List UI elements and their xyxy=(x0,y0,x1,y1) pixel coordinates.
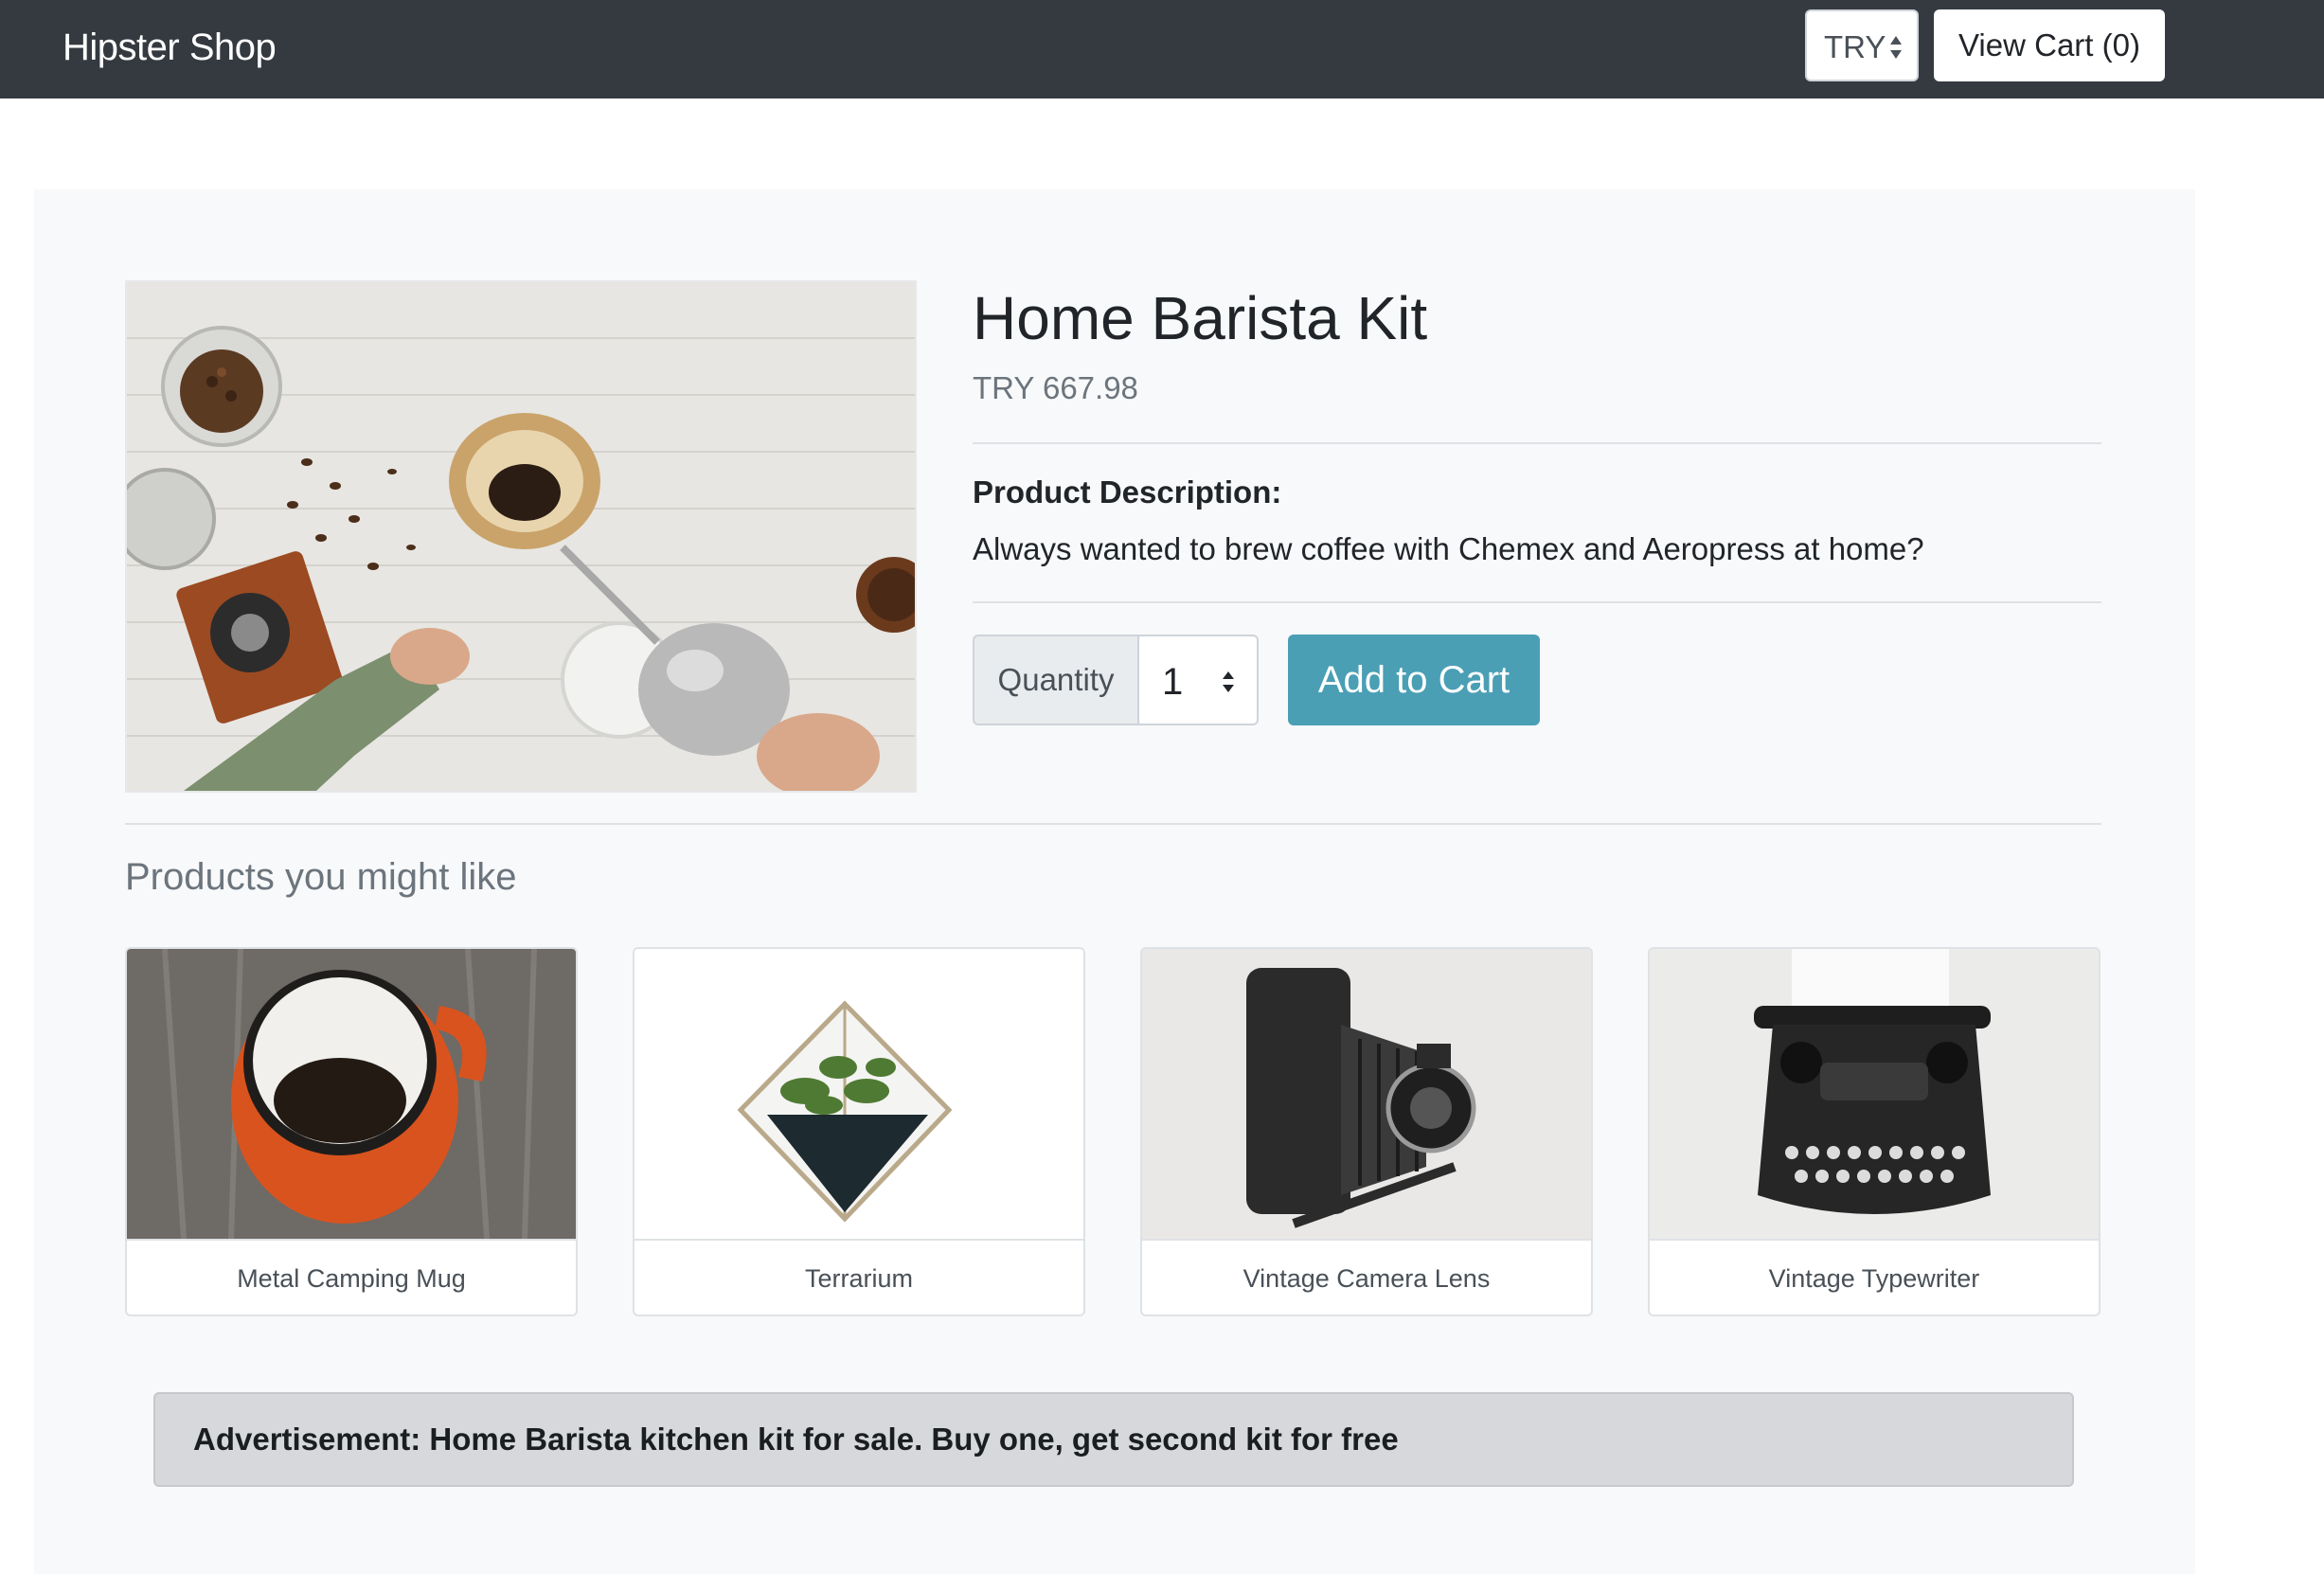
divider xyxy=(973,442,2101,444)
recommendation-card[interactable]: Vintage Camera Lens xyxy=(1140,947,1593,1316)
recommendation-card[interactable]: Terrarium xyxy=(633,947,1085,1316)
product-description: Always wanted to brew coffee with Chemex… xyxy=(973,531,1924,566)
advertisement-text[interactable]: Advertisement: Home Barista kitchen kit … xyxy=(193,1421,1399,1458)
top-navbar: Hipster Shop TRY View Cart (0) xyxy=(0,0,2324,98)
recommendation-card[interactable]: Vintage Typewriter xyxy=(1648,947,2101,1316)
product-price: TRY 667.98 xyxy=(973,370,1138,405)
recommendation-name[interactable]: Vintage Typewriter xyxy=(1650,1239,2099,1315)
select-arrows-icon xyxy=(1223,671,1234,692)
currency-select[interactable]: TRY xyxy=(1805,9,1919,81)
recommendation-name[interactable]: Vintage Camera Lens xyxy=(1142,1239,1591,1315)
advertisement-banner: Advertisement: Home Barista kitchen kit … xyxy=(153,1392,2074,1487)
divider xyxy=(125,823,2101,825)
mug-photo-icon[interactable] xyxy=(127,949,576,1239)
product-panel: Home Barista Kit TRY 667.98 Product Desc… xyxy=(34,189,2195,1574)
product-image xyxy=(125,280,917,793)
currency-value: TRY xyxy=(1824,29,1886,64)
brand-logo-link[interactable]: Hipster Shop xyxy=(63,25,277,70)
add-to-cart-button[interactable]: Add to Cart xyxy=(1288,635,1540,725)
divider xyxy=(973,601,2101,603)
quantity-label: Quantity xyxy=(973,635,1137,725)
recommendation-name[interactable]: Metal Camping Mug xyxy=(127,1239,576,1315)
select-arrows-icon xyxy=(1890,36,1902,59)
recommendation-card[interactable]: Metal Camping Mug xyxy=(125,947,578,1316)
recommendation-name[interactable]: Terrarium xyxy=(635,1239,1083,1315)
view-cart-button[interactable]: View Cart (0) xyxy=(1934,9,2165,81)
product-title: Home Barista Kit xyxy=(973,284,1428,352)
quantity-select[interactable]: 1 xyxy=(1137,635,1259,725)
terrarium-photo-icon[interactable] xyxy=(635,949,1083,1239)
camera-photo-icon[interactable] xyxy=(1142,949,1591,1239)
recommendations-heading: Products you might like xyxy=(125,856,517,898)
coffee-brewing-photo-icon xyxy=(127,282,915,791)
typewriter-photo-icon[interactable] xyxy=(1650,949,2099,1239)
description-heading: Product Description: xyxy=(973,474,1282,510)
quantity-value: 1 xyxy=(1162,661,1184,703)
